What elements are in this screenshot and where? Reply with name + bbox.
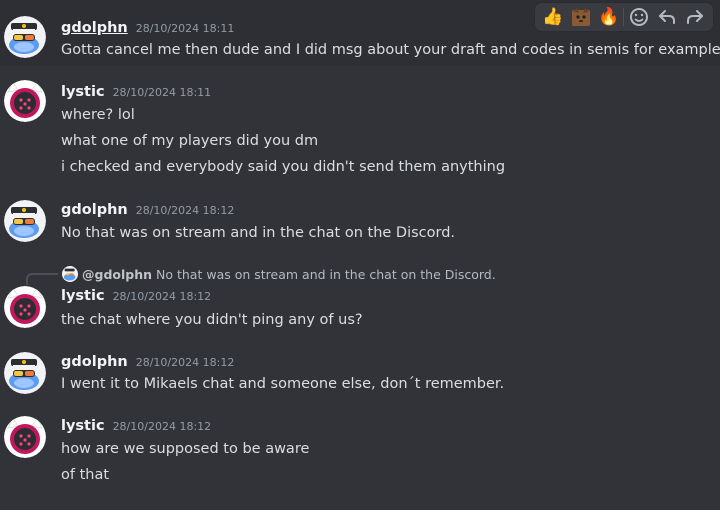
toolbar-divider bbox=[623, 8, 625, 26]
avatar-lystic[interactable] bbox=[4, 416, 46, 458]
cat-face-icon bbox=[571, 8, 590, 26]
reply-arrow-icon bbox=[659, 10, 676, 24]
message-timestamp: 28/10/2024 18:12 bbox=[135, 356, 235, 369]
reply-preview-text[interactable]: No that was on stream and in the chat on… bbox=[156, 267, 496, 282]
reaction-glyph: 👍 bbox=[542, 7, 564, 27]
add-reaction-icon[interactable] bbox=[626, 4, 652, 30]
author-name[interactable]: lystic bbox=[61, 418, 105, 434]
message-timestamp: 28/10/2024 18:11 bbox=[135, 22, 235, 35]
author-name[interactable]: gdolphn bbox=[61, 354, 128, 370]
avatar-lystic[interactable] bbox=[4, 286, 46, 328]
message-text: Gotta cancel me then dude and I did msg … bbox=[61, 42, 720, 58]
reply-connector bbox=[26, 273, 58, 285]
forward-arrow-icon bbox=[686, 10, 703, 24]
message-timestamp: 28/10/2024 18:12 bbox=[135, 204, 235, 217]
message-text: what one of my players did you dm bbox=[61, 133, 319, 149]
message-text: how are we supposed to be aware bbox=[61, 441, 310, 457]
thumbs-up-icon[interactable]: 👍 bbox=[540, 4, 566, 30]
message-timestamp: 28/10/2024 18:12 bbox=[112, 290, 212, 303]
message-text: the chat where you didn't ping any of us… bbox=[61, 312, 363, 328]
message-text: i checked and everybody said you didn't … bbox=[61, 159, 506, 175]
author-name[interactable]: gdolphn bbox=[61, 20, 128, 36]
avatar-gdolphn[interactable] bbox=[4, 16, 46, 58]
author-name[interactable]: gdolphn bbox=[61, 202, 128, 218]
chat-message-list: gdolphn 28/10/2024 18:11 Gotta cancel me… bbox=[0, 0, 720, 510]
message-timestamp: 28/10/2024 18:12 bbox=[112, 420, 212, 433]
avatar-gdolphn[interactable] bbox=[4, 352, 46, 394]
message[interactable]: gdolphn 28/10/2024 18:12 I went it to Mi… bbox=[0, 350, 720, 400]
avatar-lystic[interactable] bbox=[4, 80, 46, 122]
reply-avatar-gdolphn bbox=[62, 266, 78, 282]
smiley-icon bbox=[630, 8, 649, 26]
author-name[interactable]: lystic bbox=[61, 84, 105, 100]
reaction-glyph: 🔥 bbox=[598, 7, 620, 27]
reply-reference[interactable]: @gdolphn No that was on stream and in th… bbox=[62, 265, 496, 283]
message[interactable]: lystic 28/10/2024 18:12 how are we suppo… bbox=[0, 414, 720, 494]
message[interactable]: gdolphn 28/10/2024 18:12 No that was on … bbox=[0, 198, 720, 248]
message-text: of that bbox=[61, 467, 110, 483]
reply-icon[interactable] bbox=[654, 4, 680, 30]
message[interactable]: lystic 28/10/2024 18:11 where? lol what … bbox=[0, 80, 720, 190]
cat-face-icon[interactable] bbox=[568, 4, 594, 30]
message-text: I went it to Mikaels chat and someone el… bbox=[61, 376, 505, 392]
message-action-toolbar: 👍 🔥 bbox=[534, 2, 714, 32]
forward-icon[interactable] bbox=[682, 4, 708, 30]
author-name[interactable]: lystic bbox=[61, 288, 105, 304]
message-text: where? lol bbox=[61, 107, 135, 123]
message-timestamp: 28/10/2024 18:11 bbox=[112, 86, 212, 99]
avatar-gdolphn[interactable] bbox=[4, 200, 46, 242]
reply-mention[interactable]: @gdolphn bbox=[82, 267, 152, 282]
message-text: No that was on stream and in the chat on… bbox=[61, 225, 456, 241]
fire-icon[interactable]: 🔥 bbox=[596, 4, 622, 30]
message[interactable]: lystic 28/10/2024 18:12 the chat where y… bbox=[0, 286, 720, 336]
